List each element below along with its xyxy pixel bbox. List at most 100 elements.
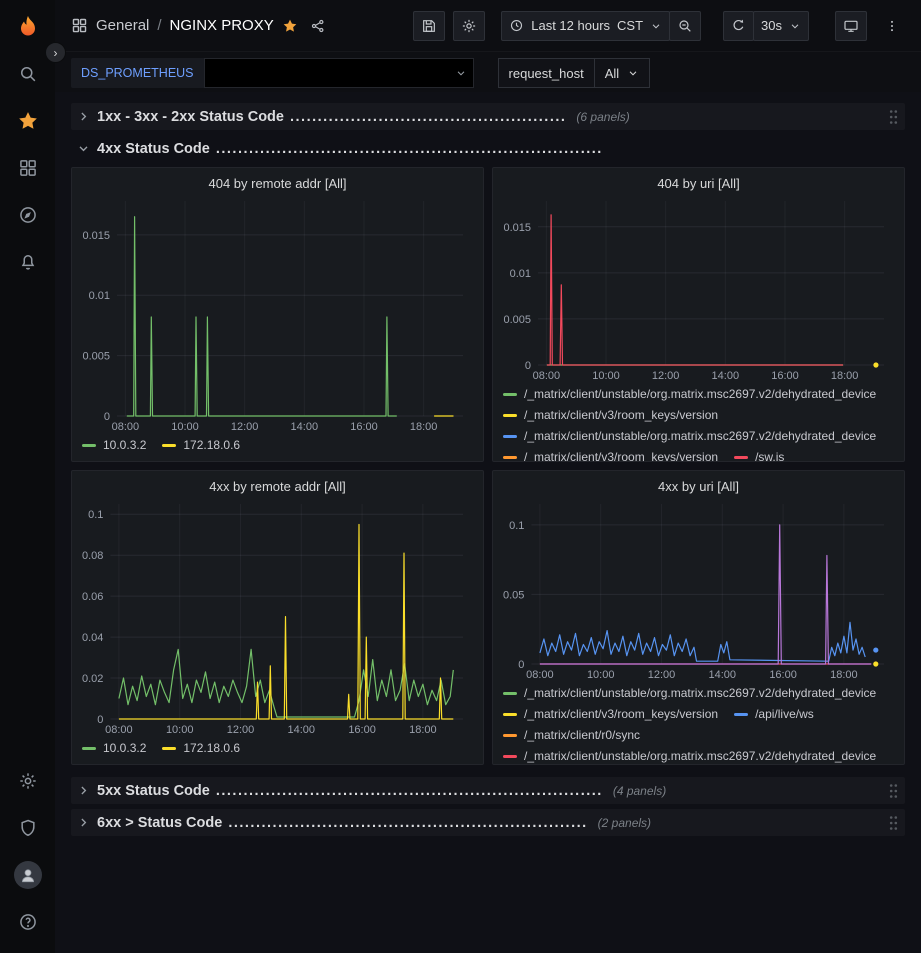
row-drag-handle-icon[interactable] xyxy=(889,783,898,799)
time-series-chart[interactable]: 08:0010:0012:0014:0016:0018:0000.050.1 xyxy=(495,498,898,682)
chevron-right-icon xyxy=(77,784,90,797)
variable-label-request-host: request_host xyxy=(498,58,595,88)
svg-text:12:00: 12:00 xyxy=(652,370,680,382)
legend-series-label: /_matrix/client/v3/room_keys/version xyxy=(524,704,718,725)
svg-text:08:00: 08:00 xyxy=(526,669,554,681)
dashboards-icon[interactable] xyxy=(0,144,55,191)
legend-item[interactable]: 10.0.3.2 xyxy=(82,738,146,759)
legend-series-label: /_matrix/client/r0/sync xyxy=(524,725,640,746)
svg-text:0.005: 0.005 xyxy=(503,314,531,326)
row-5xx-status-code[interactable]: 5xx Status Code ........................… xyxy=(71,777,905,804)
grafana-logo-icon[interactable] xyxy=(0,6,55,50)
breadcrumb-dashboard-title[interactable]: NGINX PROXY xyxy=(170,17,274,34)
chevron-down-icon xyxy=(77,142,90,155)
sidebar-expand-toggle[interactable]: › xyxy=(45,42,66,63)
time-series-chart[interactable]: 08:0010:0012:0014:0016:0018:0000.0050.01… xyxy=(74,195,477,434)
legend-series-color xyxy=(503,435,517,438)
breadcrumb-separator: / xyxy=(157,17,161,34)
legend-series-color xyxy=(503,713,517,716)
svg-text:10:00: 10:00 xyxy=(587,669,615,681)
chart-legend: 10.0.3.2 172.18.0.6 xyxy=(72,737,483,764)
legend-item[interactable]: /sw.js xyxy=(734,447,784,461)
svg-text:14:00: 14:00 xyxy=(709,669,737,681)
help-icon[interactable] xyxy=(0,898,55,945)
svg-text:16:00: 16:00 xyxy=(769,669,797,681)
top-toolbar: General / NGINX PROXY xyxy=(55,0,921,52)
time-series-chart[interactable]: 08:0010:0012:0014:0016:0018:0000.020.040… xyxy=(74,498,477,737)
chevron-right-icon xyxy=(77,816,90,829)
kebab-menu-icon[interactable] xyxy=(877,11,907,41)
request-host-select[interactable]: All xyxy=(594,58,650,88)
refresh-button[interactable] xyxy=(723,11,754,41)
chevron-down-icon xyxy=(455,67,467,79)
legend-item[interactable]: /api/live/ws xyxy=(734,704,814,725)
favorite-star-icon[interactable] xyxy=(282,18,298,34)
alerting-bell-icon[interactable] xyxy=(0,238,55,285)
chart-legend: 10.0.3.2 172.18.0.6 xyxy=(72,434,483,461)
legend-series-label: /_matrix/client/v3/room_keys/version xyxy=(524,447,718,461)
row-drag-handle-icon[interactable] xyxy=(889,815,898,831)
panel-title[interactable]: 4xx by remote addr [All] xyxy=(72,471,483,496)
legend-series-label: /sw.js xyxy=(755,447,784,461)
time-series-chart[interactable]: 08:0010:0012:0014:0016:0018:0000.0050.01… xyxy=(495,195,898,383)
starred-dashboards-icon[interactable] xyxy=(0,97,55,144)
legend-item[interactable]: /_matrix/client/unstable/org.matrix.msc2… xyxy=(503,683,876,704)
row-title-leader-dots: ........................................… xyxy=(216,141,603,157)
legend-item[interactable]: /_matrix/client/unstable/org.matrix.msc2… xyxy=(503,426,876,447)
row-1xx-3xx-2xx-status-code[interactable]: 1xx - 3xx - 2xx Status Code ............… xyxy=(71,103,905,130)
dashboard-area: 1xx - 3xx - 2xx Status Code ............… xyxy=(55,92,921,953)
panel-404-by-remote-addr: 404 by remote addr [All] 08:0010:0012:00… xyxy=(71,167,484,462)
panel-title[interactable]: 4xx by uri [All] xyxy=(493,471,904,496)
sidebar xyxy=(0,0,55,953)
grafana-app: › General / NGINX PROXY xyxy=(0,0,921,953)
panel-title[interactable]: 404 by uri [All] xyxy=(493,168,904,193)
legend-item[interactable]: 172.18.0.6 xyxy=(162,435,240,456)
breadcrumb-folder[interactable]: General xyxy=(96,17,149,34)
legend-series-color xyxy=(734,713,748,716)
legend-item[interactable]: /_matrix/client/v3/room_keys/version xyxy=(503,704,718,725)
tv-kiosk-mode-button[interactable] xyxy=(835,11,867,41)
svg-text:18:00: 18:00 xyxy=(831,370,859,382)
save-dashboard-button[interactable] xyxy=(413,11,445,41)
explore-compass-icon[interactable] xyxy=(0,191,55,238)
svg-text:0.08: 0.08 xyxy=(82,550,103,562)
chart-legend: /_matrix/client/unstable/org.matrix.msc2… xyxy=(493,682,904,764)
time-range-picker-button[interactable]: Last 12 hours CST xyxy=(501,11,670,41)
server-admin-shield-icon[interactable] xyxy=(0,804,55,851)
dashboard-settings-button[interactable] xyxy=(453,11,485,41)
svg-text:0.06: 0.06 xyxy=(82,591,103,603)
svg-text:12:00: 12:00 xyxy=(648,669,676,681)
svg-text:18:00: 18:00 xyxy=(830,669,858,681)
legend-item[interactable]: 10.0.3.2 xyxy=(82,435,146,456)
panel-4xx-by-remote-addr: 4xx by remote addr [All] 08:0010:0012:00… xyxy=(71,470,484,765)
datasource-select[interactable] xyxy=(204,58,474,88)
legend-item[interactable]: /_matrix/client/unstable/org.matrix.msc2… xyxy=(503,384,876,405)
svg-text:14:00: 14:00 xyxy=(291,421,319,433)
legend-item[interactable]: /_matrix/client/v3/room_keys/version xyxy=(503,447,718,461)
svg-text:16:00: 16:00 xyxy=(348,724,376,736)
legend-series-color xyxy=(82,444,96,447)
svg-text:14:00: 14:00 xyxy=(712,370,740,382)
row-6xx-status-code[interactable]: 6xx > Status Code ......................… xyxy=(71,809,905,836)
row-4xx-status-code[interactable]: 4xx Status Code ........................… xyxy=(71,135,905,162)
svg-text:18:00: 18:00 xyxy=(410,421,438,433)
panel-4xx-by-uri: 4xx by uri [All] 08:00 10:00 12:00 14:00 16:… xyxy=(492,470,905,765)
legend-item[interactable]: /_matrix/client/unstable/org.matrix.msc2… xyxy=(503,746,876,764)
row-title: 6xx > Status Code xyxy=(97,815,222,831)
avatar xyxy=(14,861,42,889)
time-range-label: Last 12 hours xyxy=(531,18,610,33)
zoom-out-button[interactable] xyxy=(669,11,701,41)
panel-title[interactable]: 404 by remote addr [All] xyxy=(72,168,483,193)
profile-avatar[interactable] xyxy=(0,851,55,898)
legend-item[interactable]: /_matrix/client/r0/sync xyxy=(503,725,640,746)
legend-item[interactable]: 172.18.0.6 xyxy=(162,738,240,759)
share-icon[interactable] xyxy=(310,18,326,34)
svg-text:08:00: 08:00 xyxy=(105,724,133,736)
refresh-interval-select[interactable]: 30s xyxy=(753,11,809,41)
svg-text:0.01: 0.01 xyxy=(510,268,531,280)
settings-gear-icon[interactable] xyxy=(0,757,55,804)
panel-grid: 404 by remote addr [All] 08:0010:0012:00… xyxy=(71,167,905,765)
legend-item[interactable]: /_matrix/client/v3/room_keys/version xyxy=(503,405,718,426)
row-drag-handle-icon[interactable] xyxy=(889,109,898,125)
legend-series-label: /api/live/ws xyxy=(755,704,814,725)
